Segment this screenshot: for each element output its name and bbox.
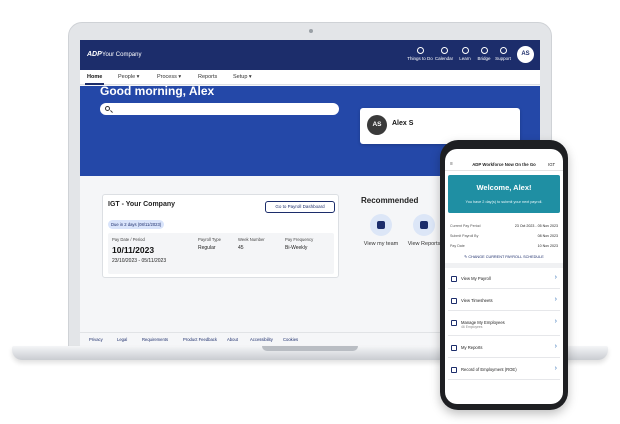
- company-name: Your Company: [102, 52, 142, 58]
- phone-header: ≡ ADP Workforce Now On the Go IGT: [445, 159, 563, 171]
- view-my-team-label: View my team: [363, 241, 399, 247]
- graduation-cap-icon: [461, 47, 469, 54]
- view-my-payroll-item[interactable]: View My Payroll ›: [448, 270, 560, 289]
- footer-about[interactable]: About: [227, 337, 238, 342]
- help-icon: [499, 47, 507, 54]
- chat-icon: [480, 47, 488, 54]
- footer-cookies[interactable]: Cookies: [283, 337, 298, 342]
- adp-logo[interactable]: ADP: [87, 51, 102, 58]
- team-icon: [377, 221, 385, 229]
- camera-dot: [309, 29, 313, 33]
- payroll-company-title: IGT - Your Company: [108, 201, 176, 208]
- submit-payroll-by-row: Submit Payroll By 08 Nov 2023: [450, 234, 558, 238]
- welcome-title: Welcome, Alex!: [476, 183, 532, 192]
- reports-icon: [451, 345, 457, 351]
- search-icon: [105, 106, 110, 111]
- pay-frequency-value: Bi-Weekly: [285, 245, 308, 251]
- pay-frequency-label: Pay Frequency: [285, 237, 314, 242]
- avatar[interactable]: AS: [517, 46, 534, 63]
- nav-setup[interactable]: Setup ▾: [233, 74, 252, 80]
- week-number-label: Week Number: [238, 237, 265, 242]
- payroll-card: IGT - Your Company Go to Payroll Dashboa…: [102, 194, 339, 278]
- welcome-banner: Welcome, Alex! You have 2 day(s) to subm…: [448, 175, 560, 213]
- recommended-heading: Recommended: [361, 196, 419, 205]
- pay-date-value: 10/11/2023: [112, 245, 155, 255]
- view-reports-label: View Reports: [407, 241, 441, 247]
- briefcase-icon: [420, 221, 428, 229]
- user-name: Alex S: [392, 120, 414, 127]
- nav-home[interactable]: Home: [87, 74, 102, 80]
- greeting-heading: Good morning, Alex: [100, 84, 215, 98]
- manage-my-employees-item[interactable]: Manage My Employees 46 Employees ›: [448, 314, 560, 336]
- main-nav: Home People ▾ Process ▾ Reports Setup ▾: [80, 70, 540, 85]
- welcome-subtitle: You have 2 day(s) to submit your next pa…: [465, 200, 543, 204]
- footer-requirements[interactable]: Requirements: [142, 337, 168, 342]
- view-reports-button[interactable]: [413, 214, 435, 236]
- payroll-type-label: Payroll Type: [198, 237, 221, 242]
- user-card[interactable]: AS Alex S: [360, 108, 520, 144]
- current-pay-period-row: Current Pay Period 23 Oct 2023 - 05 Nov …: [450, 224, 558, 228]
- footer-product-feedback[interactable]: Product Feedback: [183, 337, 217, 342]
- pay-period-value: 23/10/2023 - 05/11/2023: [112, 258, 167, 264]
- phone-company-code[interactable]: IGT: [548, 162, 555, 167]
- view-my-team-button[interactable]: [370, 214, 392, 236]
- nav-process[interactable]: Process ▾: [157, 74, 181, 80]
- chevron-right-icon: ›: [554, 318, 557, 325]
- support-button[interactable]: Support: [490, 47, 516, 61]
- change-payroll-schedule-link[interactable]: ✎ CHANGE CURRENT PAYROLL SCHEDULE: [445, 254, 563, 259]
- payroll-dashboard-button[interactable]: Go to Payroll Dashboard: [265, 201, 335, 213]
- pay-date-row: Pay Date 10 Nov 2023: [450, 244, 558, 248]
- nav-reports[interactable]: Reports: [198, 74, 217, 80]
- chevron-right-icon: ›: [554, 274, 557, 281]
- phone-notch: [484, 142, 524, 149]
- record-of-employment-item[interactable]: Record of Employment (ROE) ›: [448, 361, 560, 380]
- footer-legal[interactable]: Legal: [117, 337, 127, 342]
- things-to-do-button[interactable]: Things to Do: [407, 47, 433, 61]
- view-timesheets-item[interactable]: View Timesheets ›: [448, 292, 560, 311]
- phone-app-title: ADP Workforce Now On the Go: [472, 162, 536, 167]
- footer-accessibility[interactable]: Accessibility: [250, 337, 273, 342]
- payroll-type-value: Regular: [198, 245, 216, 251]
- footer-privacy[interactable]: Privacy: [89, 337, 103, 342]
- section-separator: [445, 263, 563, 268]
- top-bar: ADP Your Company Things to Do Calendar L…: [80, 40, 540, 70]
- payroll-details: Pay Date / Period 10/11/2023 23/10/2023 …: [108, 233, 334, 274]
- checklist-icon: [416, 47, 424, 54]
- chevron-right-icon: ›: [554, 296, 557, 303]
- search-input[interactable]: [100, 103, 339, 115]
- my-reports-item[interactable]: My Reports ›: [448, 339, 560, 358]
- week-number-value: 45: [238, 245, 244, 251]
- laptop-base-notch: [262, 346, 358, 351]
- calendar-icon: [440, 47, 448, 54]
- nav-people[interactable]: People ▾: [118, 74, 139, 80]
- employees-icon: [451, 320, 457, 326]
- user-avatar: AS: [367, 115, 387, 135]
- document-icon: [451, 367, 457, 373]
- due-badge: Due in 2 days (08/11/2023): [108, 220, 165, 229]
- pay-date-label: Pay Date / Period: [112, 237, 145, 242]
- timesheet-icon: [451, 298, 457, 304]
- chevron-right-icon: ›: [554, 343, 557, 350]
- chevron-right-icon: ›: [554, 365, 557, 372]
- payroll-icon: [451, 276, 457, 282]
- phone-screen: ≡ ADP Workforce Now On the Go IGT Welcom…: [445, 149, 563, 404]
